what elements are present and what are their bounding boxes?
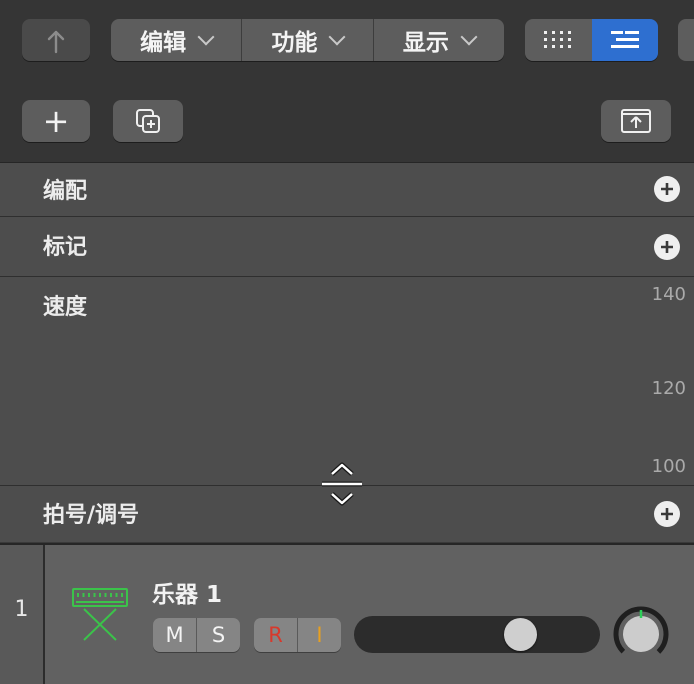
menu-view[interactable]: 显示 [372,19,504,61]
mute-solo-group: M S [153,618,240,652]
signature-title: 拍号/调号 [43,503,140,528]
vertical-resize-cursor-icon [322,462,362,506]
add-track-button[interactable]: + [22,100,90,142]
back-button[interactable] [22,19,90,61]
arrangement-title: 编配 [43,179,88,204]
volume-slider-knob[interactable] [504,618,538,651]
add-track-label: + [42,102,70,140]
record-enable-button[interactable]: R [254,618,297,652]
chevron-down-icon [197,28,215,46]
upload-tray-icon [621,109,651,133]
add-marker-button[interactable] [654,234,680,260]
grid-icon [544,31,572,48]
duplicate-track-button[interactable] [113,100,183,142]
track-header[interactable]: 1 乐器 1 M S R I [0,543,694,684]
track-number-column: 1 [0,545,45,684]
add-signature-button[interactable] [654,501,680,527]
tempo-tick-120: 120 [651,378,686,399]
main-toolbar: 编辑 功能 显示 [0,0,694,82]
tempo-tick-140: 140 [651,284,686,305]
track-name: 乐器 1 [152,582,223,608]
plus-icon [661,241,673,253]
chevron-down-icon [460,28,478,46]
menu-view-label: 显示 [402,30,449,56]
tempo-lane: 速度 140 120 100 [0,277,694,486]
overflow-button[interactable] [678,19,694,61]
tracks-window: 编辑 功能 显示 + 编配 标记 速度 140 120 100 拍号/调号 1 … [0,0,694,684]
marker-lane: 标记 [0,217,694,277]
input-monitoring-button[interactable]: I [297,618,341,652]
plus-icon [661,508,673,520]
marker-title: 标记 [43,235,88,260]
menu-functions-label: 功能 [271,30,318,56]
menu-functions[interactable]: 功能 [241,19,372,61]
track-number: 1 [14,597,29,622]
duplicate-icon [136,109,160,133]
tempo-tick-100: 100 [651,456,686,477]
menu-edit-label: 编辑 [140,30,187,56]
solo-button[interactable]: S [196,618,240,652]
view-mode-toggle [525,19,658,61]
mute-button[interactable]: M [153,618,196,652]
record-input-group: R I [254,618,341,652]
keyboard-stand-icon [72,588,128,641]
upload-button[interactable] [601,100,671,142]
menu-edit[interactable]: 编辑 [111,19,241,61]
list-view-button[interactable] [591,19,658,61]
tempo-title: 速度 [43,295,88,320]
pan-knob[interactable] [613,606,669,662]
add-arrangement-button[interactable] [654,176,680,202]
plus-icon [661,183,673,195]
volume-slider[interactable] [354,616,600,653]
track-toolbar: + [0,82,694,163]
list-icon [610,31,639,48]
arrangement-lane: 编配 [0,163,694,217]
chevron-down-icon [328,28,346,46]
grid-view-button[interactable] [525,19,592,61]
up-arrow-back-icon [47,30,65,54]
menu-group: 编辑 功能 显示 [111,19,504,61]
